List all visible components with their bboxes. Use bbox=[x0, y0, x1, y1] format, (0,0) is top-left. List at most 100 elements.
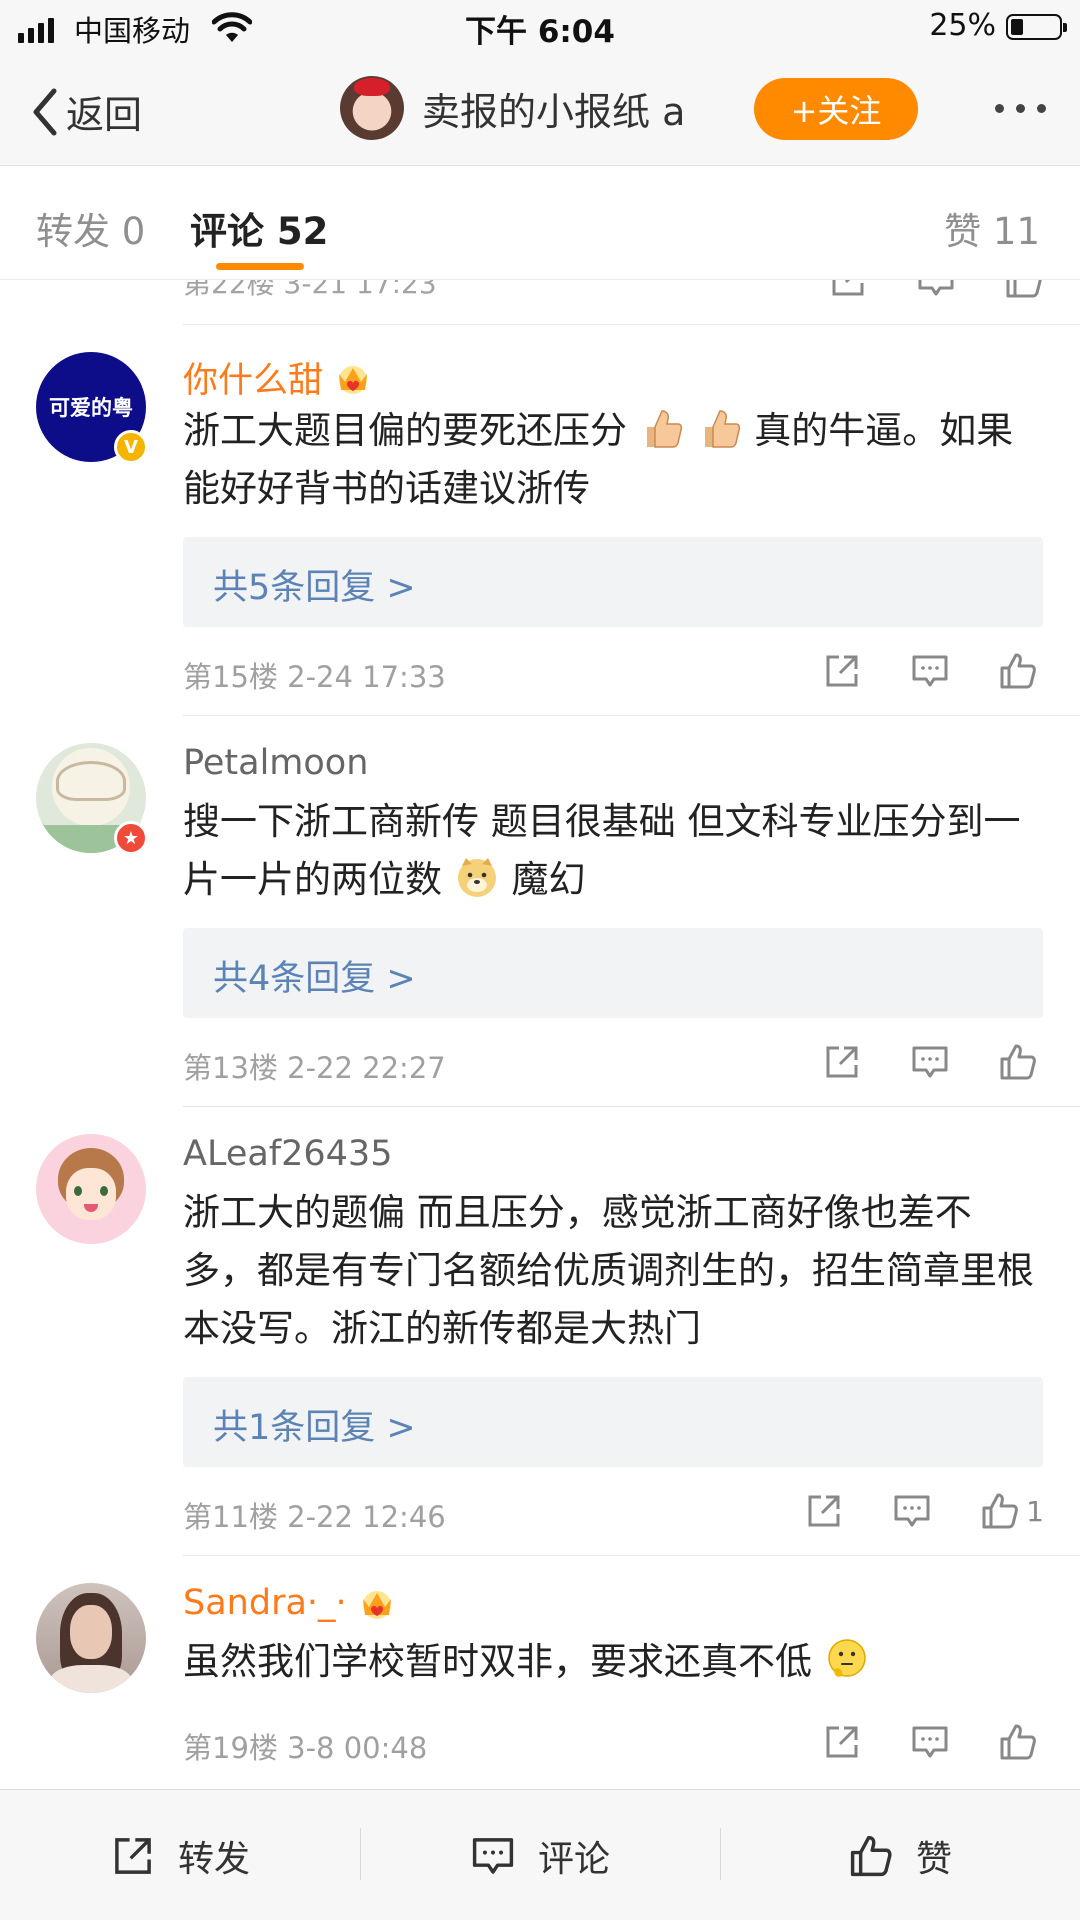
status-bar: 中国移动 下午 6:04 25% bbox=[0, 0, 1080, 56]
like-button[interactable]: 赞 bbox=[848, 1790, 952, 1920]
reply-count-link[interactable]: 共4条回复 > bbox=[213, 950, 416, 1001]
comment-label: 评论 bbox=[538, 1838, 611, 1880]
comment-author[interactable]: Petalmoon bbox=[183, 743, 368, 783]
like-button[interactable] bbox=[998, 1722, 1044, 1762]
avatar[interactable]: ★ bbox=[36, 743, 148, 855]
thumbs-up-icon bbox=[1000, 653, 1036, 689]
divider bbox=[183, 1555, 1080, 1556]
comment-list[interactable]: 第22楼 3-21 17:23 可爱的粤 V 你什么甜 浙工大题目偏的要死还压分… bbox=[0, 279, 1080, 1789]
more-options-icon[interactable] bbox=[995, 104, 1046, 113]
comment-icon bbox=[472, 1837, 514, 1874]
comment-meta: 第11楼 2-22 12:46 bbox=[183, 1500, 446, 1534]
comment-author-line: ALeaf26435 bbox=[183, 1134, 392, 1174]
comment-actions bbox=[828, 279, 1044, 300]
comment-text: 搜一下浙工商新传 题目很基础 但文科专业压分到一片一片的两位数 魔幻 bbox=[183, 793, 1043, 909]
clock: 下午 6:04 bbox=[465, 14, 615, 50]
battery-icon bbox=[1006, 14, 1067, 40]
comment-text: 虽然我们学校暂时双非，要求还真不低 bbox=[183, 1633, 1043, 1691]
thinking-emoji-icon bbox=[828, 1639, 866, 1677]
comment-text-part: 魔幻 bbox=[511, 858, 586, 901]
avatar[interactable] bbox=[36, 1134, 146, 1244]
share-icon[interactable] bbox=[828, 279, 868, 300]
follow-button[interactable]: +关注 bbox=[754, 78, 918, 140]
divider bbox=[360, 1828, 361, 1880]
thumbs-up-icon bbox=[1000, 1724, 1036, 1760]
comment-author[interactable]: ALeaf26435 bbox=[183, 1134, 392, 1174]
reply-summary[interactable]: 共5条回复 > bbox=[183, 537, 1043, 627]
tab-repost[interactable]: 转发 0 bbox=[36, 201, 145, 255]
verified-badge-icon: V bbox=[114, 430, 148, 464]
thumbs-up-emoji-icon bbox=[704, 410, 740, 448]
divider bbox=[720, 1828, 721, 1880]
comment-text-part: 虽然我们学校暂时双非，要求还真不低 bbox=[183, 1640, 812, 1683]
reply-summary[interactable]: 共4条回复 > bbox=[183, 928, 1043, 1018]
comment-actions bbox=[822, 1042, 1044, 1082]
divider bbox=[183, 324, 1080, 325]
like-label: 赞 bbox=[916, 1838, 953, 1880]
thumbs-up-icon bbox=[982, 1493, 1019, 1529]
comment-actions bbox=[822, 651, 1044, 691]
battery-percent: 25% bbox=[929, 8, 996, 43]
comment-icon[interactable] bbox=[916, 279, 956, 300]
comment-text: 浙工大的题偏 而且压分，感觉浙工商好像也差不多，都是有专门名额给优质调剂生的，招… bbox=[183, 1191, 1034, 1350]
comment-button[interactable]: 评论 bbox=[470, 1790, 610, 1920]
thumbs-up-icon bbox=[1000, 1044, 1036, 1080]
avatar[interactable] bbox=[340, 76, 404, 140]
crown-icon bbox=[362, 1591, 391, 1619]
nav-user[interactable]: 卖报的小报纸 a bbox=[340, 76, 685, 140]
reply-summary[interactable]: 共1条回复 > bbox=[183, 1377, 1043, 1467]
comment-icon[interactable] bbox=[892, 1491, 932, 1531]
back-button[interactable]: 返回 bbox=[28, 84, 142, 139]
thumbs-up-emoji-icon bbox=[646, 410, 682, 448]
repost-button[interactable]: 转发 bbox=[110, 1790, 250, 1920]
comment-actions bbox=[822, 1722, 1044, 1762]
thumbs-up-icon[interactable] bbox=[1004, 279, 1044, 300]
comment-icon[interactable] bbox=[910, 1042, 950, 1082]
comment-author-line: Sandra·_· bbox=[183, 1583, 397, 1623]
chevron-left-icon bbox=[33, 88, 57, 135]
comment-meta: 第13楼 2-22 22:27 bbox=[183, 1051, 446, 1085]
reply-count-link[interactable]: 共5条回复 > bbox=[213, 559, 416, 610]
comment-author-line: 你什么甜 bbox=[183, 352, 373, 403]
comment-author-line: Petalmoon bbox=[183, 743, 368, 783]
like-button[interactable]: 1 bbox=[980, 1491, 1044, 1531]
repost-label: 转发 bbox=[178, 1838, 251, 1880]
comment-text-part: 搜一下浙工商新传 题目很基础 但文科专业压分到一片一片的两位数 bbox=[183, 800, 1021, 901]
comment-meta: 第15楼 2-24 17:33 bbox=[183, 660, 446, 694]
share-icon bbox=[115, 1837, 151, 1874]
avatar[interactable]: 可爱的粤 V bbox=[36, 352, 148, 464]
divider bbox=[183, 1106, 1080, 1107]
bottom-action-bar: 转发 评论 赞 bbox=[0, 1789, 1080, 1920]
nav-username[interactable]: 卖报的小报纸 a bbox=[422, 81, 685, 136]
comment-icon[interactable] bbox=[910, 651, 950, 691]
share-icon[interactable] bbox=[804, 1491, 844, 1531]
like-button[interactable] bbox=[998, 1042, 1044, 1082]
like-button[interactable] bbox=[998, 651, 1044, 691]
comment-meta: 第22楼 3-21 17:23 bbox=[183, 279, 437, 300]
comment-meta: 第19楼 3-8 00:48 bbox=[183, 1731, 428, 1765]
comment-author[interactable]: 你什么甜 bbox=[183, 352, 323, 403]
comment-author[interactable]: Sandra·_· bbox=[183, 1583, 347, 1623]
tab-comments[interactable]: 评论 52 bbox=[190, 201, 328, 255]
crown-icon bbox=[339, 365, 368, 394]
comment-text-part: 浙工大题目偏的要死还压分 bbox=[183, 409, 627, 452]
divider bbox=[183, 715, 1080, 716]
tab-bar: 转发 0 评论 52 赞 11 bbox=[0, 167, 1080, 279]
like-count: 1 bbox=[1026, 1494, 1044, 1528]
avatar[interactable] bbox=[36, 1583, 146, 1693]
nav-bar: 返回 卖报的小报纸 a +关注 bbox=[0, 56, 1080, 166]
tab-likes[interactable]: 赞 11 bbox=[944, 201, 1040, 255]
comment-actions: 1 bbox=[804, 1491, 1044, 1531]
avatar-text: 可爱的粤 bbox=[49, 396, 133, 420]
tab-indicator bbox=[216, 263, 304, 270]
share-icon[interactable] bbox=[822, 651, 862, 691]
reply-count-link[interactable]: 共1条回复 > bbox=[213, 1399, 416, 1450]
doge-emoji-icon bbox=[457, 858, 496, 897]
comment-text: 浙工大题目偏的要死还压分 真的牛逼。如果能好好背书的话建议浙传 bbox=[183, 402, 1043, 518]
share-icon[interactable] bbox=[822, 1722, 862, 1762]
back-label: 返回 bbox=[66, 93, 143, 137]
share-icon[interactable] bbox=[822, 1042, 862, 1082]
star-badge-icon: ★ bbox=[114, 821, 148, 855]
thumbs-up-icon bbox=[850, 1835, 892, 1876]
comment-icon[interactable] bbox=[910, 1722, 950, 1762]
